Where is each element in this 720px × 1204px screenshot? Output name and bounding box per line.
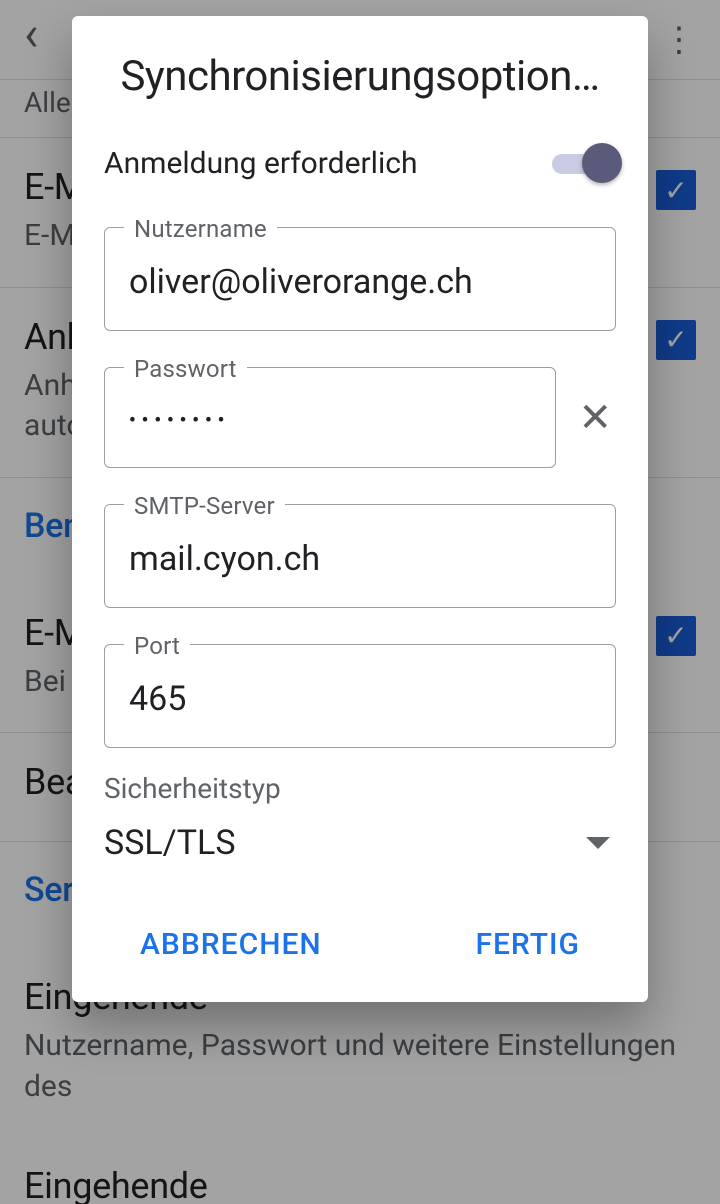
clear-password-icon[interactable]: ✕: [574, 394, 616, 441]
login-required-row: Anmeldung erforderlich: [104, 143, 616, 183]
dropdown-arrow-icon: [586, 837, 610, 849]
cancel-button[interactable]: ABBRECHEN: [140, 927, 322, 962]
username-label: Nutzername: [124, 215, 277, 243]
switch-thumb: [582, 143, 622, 183]
password-field[interactable]: Passwort ••••••••: [104, 367, 556, 468]
security-type-label: Sicherheitstyp: [104, 772, 616, 805]
dialog-actions: ABBRECHEN FERTIG: [104, 915, 616, 974]
login-required-toggle[interactable]: [552, 143, 616, 183]
done-button[interactable]: FERTIG: [475, 927, 580, 962]
username-field[interactable]: Nutzername oliver@oliverorange.ch: [104, 227, 616, 331]
login-required-label: Anmeldung erforderlich: [104, 146, 418, 181]
security-type-value: SSL/TLS: [104, 823, 236, 863]
smtp-field[interactable]: SMTP-Server mail.cyon.ch: [104, 504, 616, 608]
smtp-label: SMTP-Server: [124, 492, 285, 520]
port-label: Port: [124, 632, 190, 660]
sync-options-dialog: Synchronisierungsoption… Anmeldung erfor…: [72, 16, 648, 1002]
security-type-dropdown[interactable]: SSL/TLS: [104, 823, 616, 871]
password-label: Passwort: [124, 355, 247, 383]
dialog-title: Synchronisierungsoption…: [104, 52, 616, 101]
port-field[interactable]: Port 465: [104, 644, 616, 748]
